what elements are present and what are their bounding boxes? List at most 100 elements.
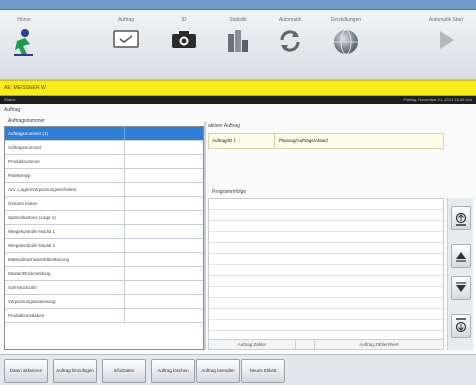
toolbar-home-button[interactable]: Home: [2, 16, 46, 58]
play-icon: [440, 31, 454, 49]
toolbar-autostart-label: Automatik Start: [428, 17, 464, 23]
list-item[interactable]: Materialnachweis/Etikettierung: [5, 253, 203, 267]
table-row[interactable]: [209, 320, 443, 331]
list-item-label: Materialnachweis/Etikettierung: [5, 253, 125, 266]
list-item-value: [125, 141, 203, 154]
list-item[interactable]: Palettentyp: [5, 169, 203, 183]
list-item[interactable]: Auftragsnummer: [5, 141, 203, 155]
toolbar-automatic-button[interactable]: Automatik: [268, 16, 312, 54]
move-bottom-button[interactable]: [451, 314, 471, 338]
list-item-value: [125, 169, 203, 182]
order-counter-value-label: Auftrag Zähler/Wert: [359, 342, 399, 347]
order-content: Auftrag Auftragsnummer aktiver Auftrag P…: [0, 104, 476, 354]
list-item[interactable]: Soll-Stückzahl: [5, 281, 203, 295]
active-order-row[interactable]: Auftrag/ID 1 Planung/Aufträge/Ablauf: [208, 133, 444, 149]
list-item[interactable]: Anz. Lagen/Verpackungseinheiten: [5, 183, 203, 197]
list-item-label: Muster/Rückmeldung: [5, 267, 125, 280]
list-item[interactable]: Produktnummer: [5, 155, 203, 169]
list-item-label: Spitzenkartons (Lage 1): [5, 211, 125, 224]
move-top-icon: [455, 212, 467, 226]
arrow-up-icon: [456, 252, 466, 262]
toolbar-statistics-label: Statistik: [229, 17, 247, 23]
list-item-value: [125, 155, 203, 168]
globe-icon: [334, 29, 358, 55]
status-label: Status: [4, 97, 16, 102]
table-row[interactable]: [209, 210, 443, 221]
toolbar-autostart-button[interactable]: Automatik Start: [424, 16, 468, 52]
list-item-value: [125, 197, 203, 210]
toolbar-settings-button[interactable]: Einstellungen: [324, 16, 368, 56]
list-item-label: Wiegekontrolle Modul 1: [5, 225, 125, 238]
table-row[interactable]: [209, 243, 443, 254]
list-item-label: Produktionsdatum: [5, 309, 125, 322]
toolbar-id-label: ID: [181, 17, 187, 23]
footer-spacer: [295, 340, 315, 349]
move-up-button[interactable]: [451, 244, 471, 268]
add-order-button[interactable]: Auftrag hinzufügen: [53, 359, 97, 383]
list-item-value: [125, 183, 203, 196]
list-item-label: Wiegekontrolle Modul 2: [5, 239, 125, 252]
program-sequence-title: Programmfolge: [212, 189, 247, 195]
list-item-value: [125, 281, 203, 294]
toolbar-automatic-label: Automatik: [278, 17, 302, 23]
active-order-id: Auftrag/ID 1: [209, 134, 275, 148]
order-parameter-list: Auftragsnummer (1) Auftragsnummer Produk…: [4, 126, 204, 350]
table-row[interactable]: [209, 276, 443, 287]
table-row[interactable]: [209, 287, 443, 298]
table-row[interactable]: [209, 254, 443, 265]
list-item[interactable]: Wiegekontrolle Modul 1: [5, 225, 203, 239]
bottom-action-bar: Daten aktivieren Auftrag hinzufügen Info…: [0, 354, 476, 385]
section-title: Auftrag: [4, 107, 21, 113]
list-item[interactable]: Spitzenkartons (Lage 1): [5, 211, 203, 225]
sync-icon: [280, 30, 300, 52]
finish-order-button[interactable]: Auftrag beenden: [196, 359, 240, 383]
list-item[interactable]: Produktionsdatum: [5, 309, 203, 323]
table-row[interactable]: [209, 309, 443, 320]
list-item-label: Produktnummer: [5, 155, 125, 168]
delete-order-button[interactable]: Auftrag löschen: [151, 359, 195, 383]
toolbar-order-button[interactable]: Auftrag: [104, 16, 148, 50]
list-item-label: Verpackungsanweisung: [5, 295, 125, 308]
main-toolbar: Home Auftrag ID Statistik Automatik Eins…: [0, 10, 476, 80]
table-row[interactable]: [209, 221, 443, 232]
list-item-value: [125, 267, 203, 280]
active-order-title: aktiver Auftrag: [208, 123, 240, 129]
table-row[interactable]: [209, 199, 443, 210]
program-footer: Auftrag Zähler Auftrag Zähler/Wert: [208, 340, 444, 350]
order-card-icon: [113, 30, 139, 48]
toolbar-home-label: Home: [17, 17, 31, 23]
list-item-label: Auftragsnummer (1): [5, 127, 125, 140]
activate-data-button[interactable]: Daten aktivieren: [4, 359, 48, 383]
list-item[interactable]: Gesamt Kisten: [5, 197, 203, 211]
toolbar-settings-label: Einstellungen: [330, 17, 362, 23]
arrow-down-icon: [456, 282, 466, 292]
list-item[interactable]: Muster/Rückmeldung: [5, 267, 203, 281]
list-header: Auftragsnummer: [8, 118, 45, 124]
new-label-button[interactable]: Neues Etikett: [241, 359, 285, 383]
list-item-value: [125, 211, 203, 224]
bar-chart-icon: [228, 30, 248, 52]
table-row[interactable]: [209, 265, 443, 276]
toolbar-statistics-button[interactable]: Statistik: [216, 16, 260, 54]
status-bar: Status Freitag, November 21, 2014 15:45 …: [0, 96, 476, 104]
toolbar-id-button[interactable]: ID: [162, 16, 206, 50]
list-item-value: [125, 295, 203, 308]
move-down-button[interactable]: [451, 276, 471, 300]
toolbar-order-label: Auftrag: [117, 17, 135, 23]
table-row[interactable]: [209, 298, 443, 309]
list-item[interactable]: Auftragsnummer (1): [5, 127, 203, 141]
table-row[interactable]: [209, 232, 443, 243]
move-bottom-icon: [455, 318, 467, 333]
list-item-value: [125, 239, 203, 252]
panel-divider[interactable]: [204, 122, 206, 350]
list-item-label: Anz. Lagen/Verpackungseinheiten: [5, 183, 125, 196]
list-item-label: Soll-Stückzahl: [5, 281, 125, 294]
list-item-label: Gesamt Kisten: [5, 197, 125, 210]
move-top-button[interactable]: [451, 206, 471, 230]
active-order-status: Planung/Aufträge/Ablauf: [279, 138, 328, 143]
info-data-button[interactable]: Info/Daten: [102, 359, 146, 383]
program-sequence-table[interactable]: [208, 198, 444, 340]
list-item[interactable]: Verpackungsanweisung: [5, 295, 203, 309]
side-button-panel: [447, 198, 473, 350]
list-item[interactable]: Wiegekontrolle Modul 2: [5, 239, 203, 253]
